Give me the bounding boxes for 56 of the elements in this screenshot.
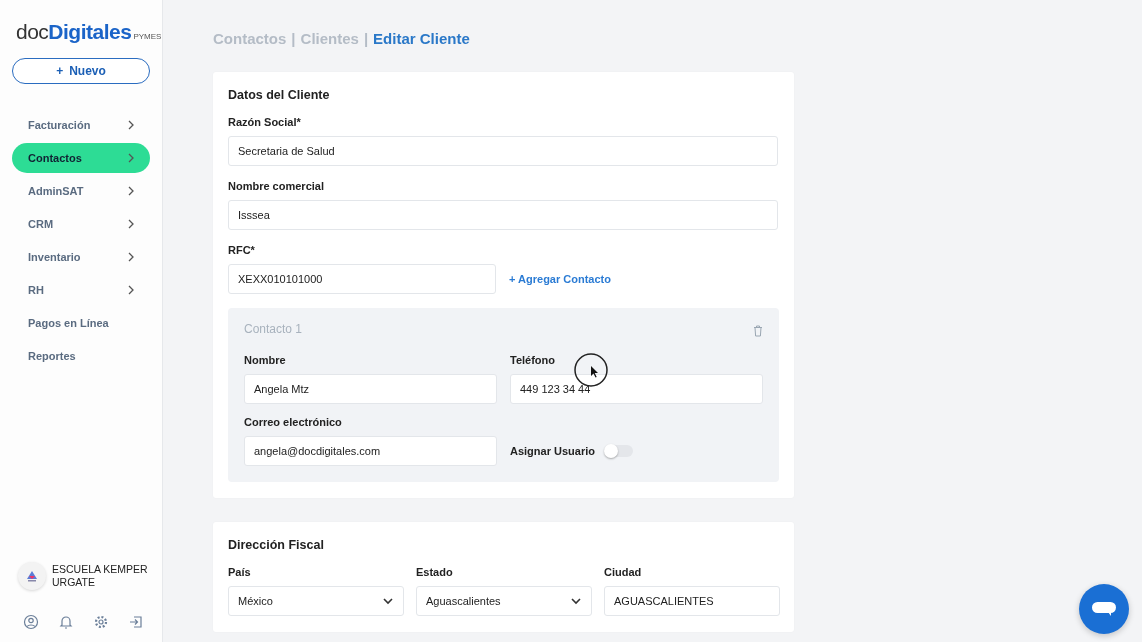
chevron-icon [126, 285, 136, 295]
chat-bubble-icon [1091, 600, 1117, 618]
chevron-icon [126, 252, 136, 262]
sidebar-item[interactable]: AdminSAT [12, 176, 150, 206]
sidebar-item[interactable]: RH [12, 275, 150, 305]
contact-title: Contacto 1 [244, 322, 303, 336]
input-field[interactable]: 449 123 34 44 [510, 374, 763, 404]
breadcrumb-separator: | [291, 30, 296, 49]
input-field[interactable]: Secretaria de Salud [228, 136, 778, 166]
logo-name: Digitales [48, 20, 132, 44]
logo-suffix: PYMES [133, 32, 162, 41]
input-field[interactable]: Angela Mtz [244, 374, 497, 404]
logout-icon[interactable] [128, 614, 144, 630]
chevron-icon [126, 153, 136, 163]
input-field[interactable]: AGUASCALIENTES [604, 586, 780, 616]
field-label: Nombre [244, 354, 287, 367]
user-name: ESCUELA KEMPER URGATE [52, 563, 149, 589]
field-label: Ciudad [604, 566, 643, 579]
toggle-switch[interactable] [604, 445, 633, 457]
input-field[interactable]: angela@docdigitales.com [244, 436, 497, 466]
sidebar-item[interactable]: Pagos en Línea [12, 308, 150, 338]
field-label: Nombre comercial [228, 180, 325, 193]
section-title: Datos del Cliente [228, 88, 331, 102]
field-label: País [228, 566, 252, 579]
chevron-icon [126, 186, 136, 196]
select-field[interactable]: Aguascalientes [416, 586, 592, 616]
breadcrumb-separator: | [363, 30, 369, 49]
sidebar-item[interactable]: Reportes [12, 341, 150, 371]
input-field[interactable]: XEXX010101000 [228, 264, 496, 294]
trash-icon[interactable] [753, 323, 763, 335]
field-label: Razón Social* [228, 116, 302, 129]
chevron-icon [126, 120, 136, 130]
field-label: RFC* [228, 244, 256, 257]
sidebar-item[interactable]: Inventario [12, 242, 150, 272]
chevron-down-icon [382, 595, 394, 607]
chevron-down-icon [570, 595, 582, 607]
sidebar-item[interactable]: Contactos [12, 143, 150, 173]
breadcrumb-item: Editar Cliente [373, 30, 470, 49]
profile-icon[interactable] [23, 614, 39, 630]
new-button[interactable]: + Nuevo [12, 58, 150, 84]
sidebar-item[interactable]: Facturación [12, 110, 150, 140]
notification-icon[interactable] [58, 614, 74, 630]
section-title: Dirección Fiscal [228, 538, 325, 552]
logo-prefix: doc [16, 20, 49, 44]
add-contact-link[interactable]: + Agregar Contacto [509, 273, 611, 285]
settings-icon[interactable] [93, 614, 109, 630]
chat-button[interactable] [1079, 584, 1129, 634]
field-label: Estado [416, 566, 454, 579]
toggle-label: Asignar Usuario [510, 444, 595, 458]
field-label: Correo electrónico [244, 416, 343, 429]
field-label: Teléfono [510, 354, 556, 367]
input-field[interactable]: Isssea [228, 200, 778, 230]
sidebar-item[interactable]: CRM [12, 209, 150, 239]
chevron-icon [126, 219, 136, 229]
select-field[interactable]: México [228, 586, 404, 616]
avatar-icon [18, 562, 46, 590]
